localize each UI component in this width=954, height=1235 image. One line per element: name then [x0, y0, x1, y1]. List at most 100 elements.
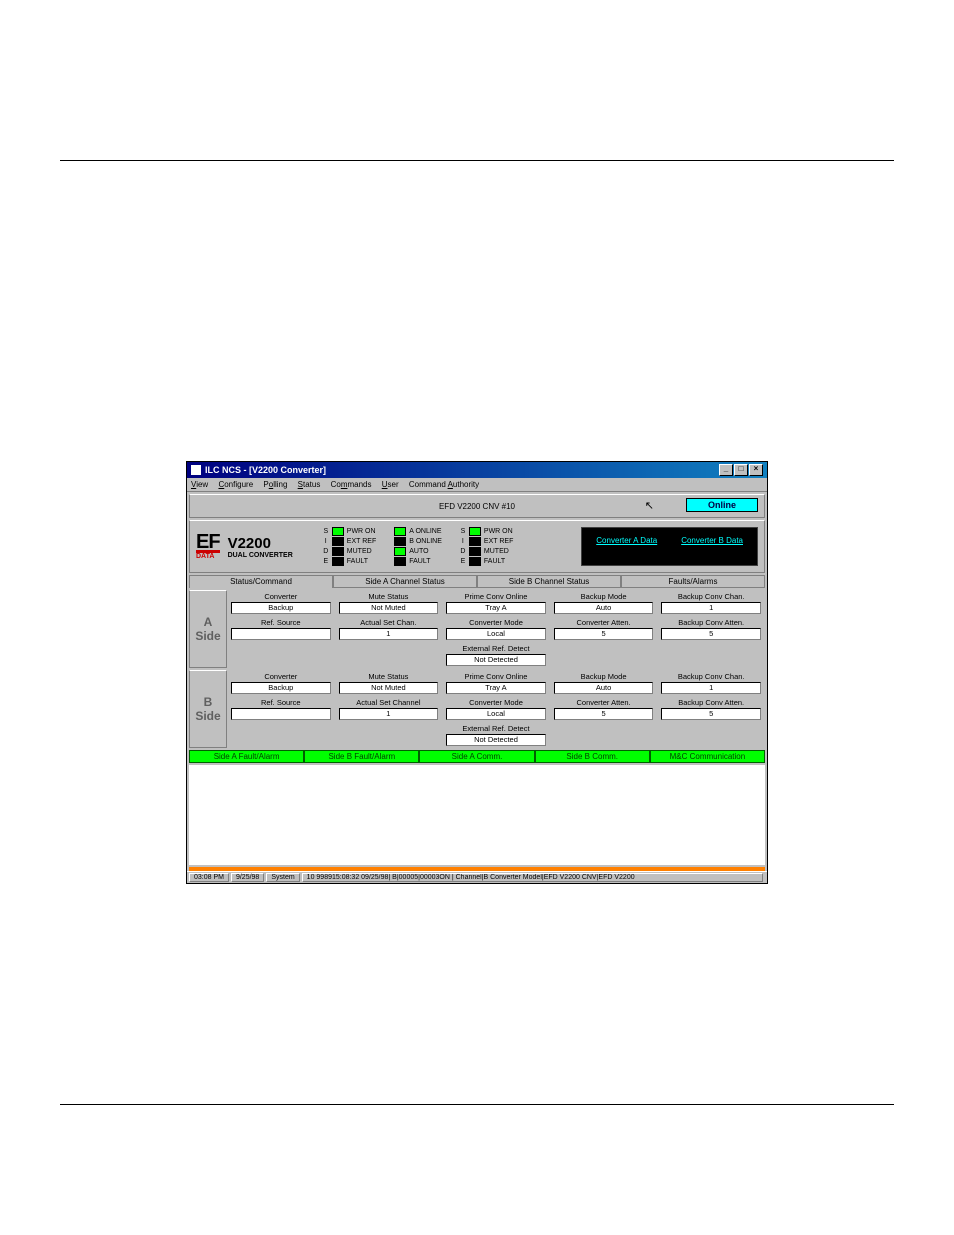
field-value: 1: [661, 602, 761, 614]
device-bar: EFD V2200 CNV #10 ↖ Online: [189, 494, 765, 518]
converter-b-link[interactable]: Converter B Data: [681, 536, 743, 557]
field-label: Prime Conv Online: [446, 672, 546, 681]
titlebar: ILC NCS - [V2200 Converter] _ □ ×: [187, 462, 767, 478]
logo: EF DATA V2200 DUAL CONVERTER: [196, 527, 293, 566]
stat-side-a-fault: Side A Fault/Alarm: [189, 750, 304, 763]
field-value: [231, 708, 331, 720]
field-value: 5: [554, 708, 654, 720]
field-label: Converter Mode: [446, 618, 546, 627]
field-label: Prime Conv Online: [446, 592, 546, 601]
stat-side-b-comm: Side B Comm.: [535, 750, 650, 763]
data-links: Converter A Data Converter B Data: [581, 527, 758, 566]
field-label: Actual Set Chan.: [339, 618, 439, 627]
field-label: Ref. Source: [231, 698, 331, 707]
field-value: Not Muted: [339, 602, 439, 614]
side-label: BSide: [189, 670, 227, 748]
field-label: Backup Mode: [554, 592, 654, 601]
led-indicator: [332, 557, 344, 566]
side-label: ASide: [189, 590, 227, 668]
menu-bar: View Configure Polling Status Commands U…: [187, 478, 767, 492]
field-value: Not Muted: [339, 682, 439, 694]
stat-side-a-comm: Side A Comm.: [419, 750, 534, 763]
blank-area: [189, 765, 765, 865]
menu-polling[interactable]: Polling: [263, 480, 287, 489]
status-strip: Side A Fault/Alarm Side B Fault/Alarm Si…: [189, 750, 765, 763]
model-label: V2200: [228, 535, 293, 552]
field-label: Backup Conv Chan.: [661, 592, 761, 601]
field-value: Not Detected: [446, 734, 546, 746]
led-indicator: [469, 557, 481, 566]
tab-status-command[interactable]: Status/Command: [189, 575, 333, 588]
field-value: Tray A: [446, 602, 546, 614]
led-indicator: [394, 527, 406, 536]
field-label: External Ref. Detect: [446, 724, 546, 733]
field-value: 1: [339, 628, 439, 640]
field-value: Auto: [554, 602, 654, 614]
footer-bar: 03:08 PM 9/25/98 System 10 998915:08:32 …: [187, 871, 767, 883]
side-b-grid: BSideConverterBackupMute StatusNot Muted…: [189, 670, 765, 748]
menu-commands[interactable]: Commands: [331, 480, 372, 489]
field-value: 5: [661, 628, 761, 640]
led-grid: SPWR ONIEXT REFDMUTEDEFAULT A ONLINEB ON…: [323, 527, 514, 566]
field-label: Mute Status: [339, 592, 439, 601]
close-button[interactable]: ×: [749, 464, 763, 476]
field-label: Converter Mode: [446, 698, 546, 707]
menu-configure[interactable]: Configure: [218, 480, 253, 489]
menu-status[interactable]: Status: [298, 480, 321, 489]
stat-mc-comm: M&C Communication: [650, 750, 765, 763]
app-icon: [191, 465, 201, 475]
field-value: Local: [446, 628, 546, 640]
field-label: Converter Atten.: [554, 698, 654, 707]
menu-view[interactable]: View: [191, 480, 208, 489]
field-value: Tray A: [446, 682, 546, 694]
field-value: Backup: [231, 602, 331, 614]
field-label: Converter: [231, 592, 331, 601]
device-label: EFD V2200 CNV #10: [439, 502, 515, 511]
led-indicator: [469, 547, 481, 556]
window-title: ILC NCS - [V2200 Converter]: [205, 465, 326, 475]
led-indicator: [394, 547, 406, 556]
logo-sub: DATA: [196, 553, 220, 560]
field-label: Ref. Source: [231, 618, 331, 627]
field-label: Backup Conv Chan.: [661, 672, 761, 681]
led-indicator: [469, 527, 481, 536]
led-indicator: [332, 527, 344, 536]
field-label: External Ref. Detect: [446, 644, 546, 653]
field-value: [231, 628, 331, 640]
online-indicator: Online: [686, 498, 758, 512]
led-indicator: [332, 537, 344, 546]
led-indicator: [469, 537, 481, 546]
header-panel: EF DATA V2200 DUAL CONVERTER SPWR ONIEXT…: [189, 520, 765, 573]
field-value: Auto: [554, 682, 654, 694]
footer-log: 10 998915:08:32 09/25/98| B|00005|00003O…: [302, 873, 763, 882]
field-value: Not Detected: [446, 654, 546, 666]
maximize-button[interactable]: □: [734, 464, 748, 476]
field-value: Backup: [231, 682, 331, 694]
led-indicator: [332, 547, 344, 556]
model-desc: DUAL CONVERTER: [228, 552, 293, 559]
tab-faults-alarms[interactable]: Faults/Alarms: [621, 575, 765, 588]
field-label: Converter Atten.: [554, 618, 654, 627]
led-indicator: [394, 557, 406, 566]
menu-user[interactable]: User: [382, 480, 399, 489]
minimize-button[interactable]: _: [719, 464, 733, 476]
logo-text: EF: [196, 534, 220, 553]
tab-side-a-channel[interactable]: Side A Channel Status: [333, 575, 477, 588]
field-value: 5: [554, 628, 654, 640]
menu-command-authority[interactable]: Command Authority: [409, 480, 479, 489]
converter-a-link[interactable]: Converter A Data: [596, 536, 657, 557]
tab-side-b-channel[interactable]: Side B Channel Status: [477, 575, 621, 588]
field-label: Backup Conv Atten.: [661, 618, 761, 627]
field-label: Actual Set Channel: [339, 698, 439, 707]
footer-date: 9/25/98: [231, 873, 264, 882]
footer-time: 03:08 PM: [189, 873, 229, 882]
field-label: Backup Mode: [554, 672, 654, 681]
field-label: Backup Conv Atten.: [661, 698, 761, 707]
field-value: 5: [661, 708, 761, 720]
footer-system: System: [266, 873, 299, 882]
field-value: 1: [339, 708, 439, 720]
cursor-icon: ↖: [645, 499, 654, 512]
tab-strip: Status/Command Side A Channel Status Sid…: [189, 575, 765, 588]
field-value: 1: [661, 682, 761, 694]
side-a-grid: ASide ConverterBackup Mute StatusNot Muted…: [189, 590, 765, 668]
